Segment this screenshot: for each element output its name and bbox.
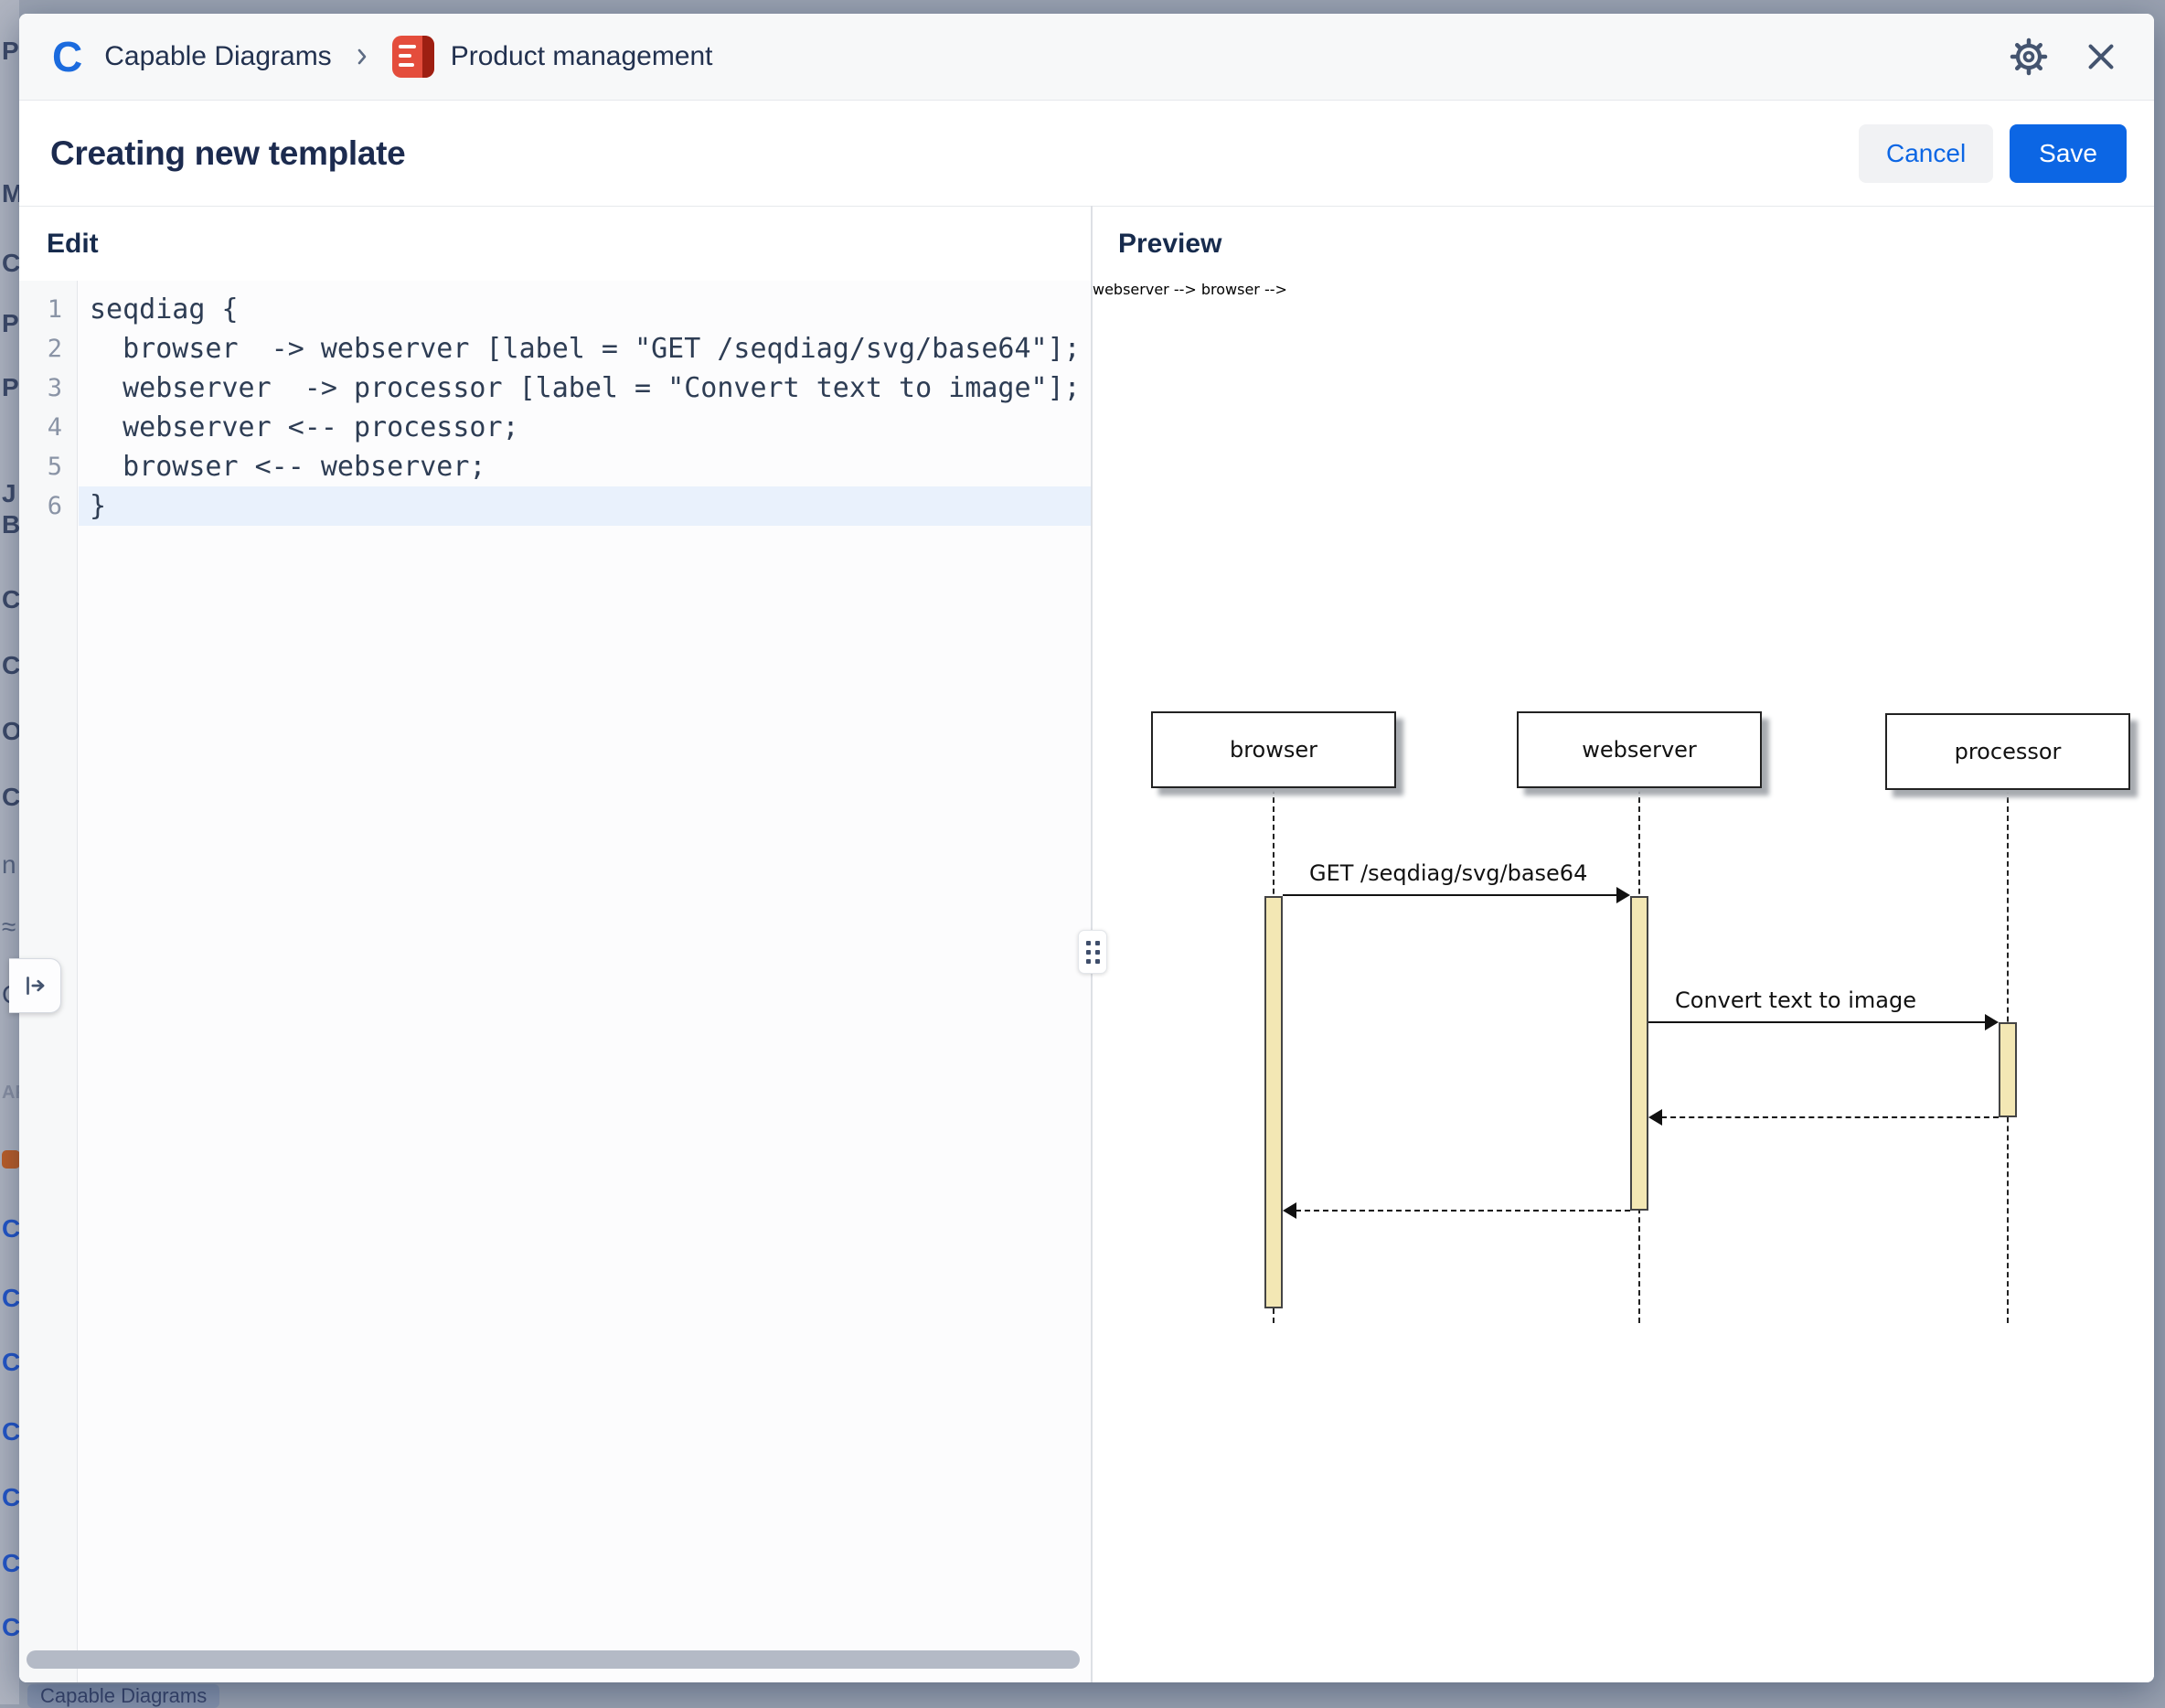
code-line: }	[79, 486, 1091, 526]
close-button[interactable]	[2079, 35, 2123, 79]
underlay-text-fragment: C	[2, 1348, 19, 1377]
code-line: browser -> webserver [label = "GET /seqd…	[90, 329, 1091, 368]
preview-panel-title: Preview	[1118, 207, 1221, 281]
underlay-text-fragment: C	[2, 1214, 19, 1244]
underlay-text-fragment: J	[2, 479, 16, 508]
drag-dots-icon	[1086, 941, 1100, 964]
underlay-text-fragment: C	[2, 1549, 19, 1578]
message-label: Convert text to image	[1675, 987, 1916, 1013]
line-number: 4	[19, 408, 77, 447]
actor-box-processor: processor	[1885, 713, 2130, 790]
underlay-text-fragment: P	[2, 309, 19, 338]
underlay-text-fragment: C	[2, 651, 19, 680]
message-line-solid	[1283, 894, 1617, 896]
actor-label: processor	[1955, 739, 2062, 764]
underlay-text-fragment: C	[2, 783, 19, 812]
code-line: browser <-- webserver;	[90, 447, 1091, 486]
page-icon	[392, 36, 434, 78]
message-label: GET /seqdiag/svg/base64	[1309, 860, 1587, 886]
underlay-text-fragment: B	[2, 510, 19, 539]
message-line-solid	[1648, 1021, 1986, 1023]
modal-titlebar: Creating new template Cancel Save	[19, 101, 2154, 206]
underlay-text-fragment: ≈	[2, 913, 16, 942]
underlay-text-fragment: C	[2, 1284, 19, 1313]
underlay-text-fragment: C	[2, 249, 19, 278]
settings-button[interactable]	[2006, 34, 2052, 80]
save-button[interactable]: Save	[2010, 124, 2127, 183]
arrowhead-left-icon	[1648, 1109, 1662, 1126]
underlay-text-fragment: AP	[2, 1083, 19, 1104]
gear-icon	[2010, 37, 2048, 76]
return-line-dashed	[1661, 1116, 1999, 1118]
code-line: webserver -> processor [label = "Convert…	[90, 368, 1091, 408]
arrowhead-right-icon	[1985, 1014, 1999, 1030]
activation-bar-processor	[1999, 1022, 2017, 1117]
underlay-left-strip: PMCPPJBCCOCn≈CAPCCCCCCC	[0, 0, 19, 1704]
underlay-sidebar-item-label: Capable Diagrams	[40, 1684, 207, 1708]
line-number: 5	[19, 447, 77, 486]
app-logo: C	[52, 36, 82, 78]
preview-panel: GET /seqdiag/svg/base64 Convert text to …	[1093, 281, 2154, 1682]
underlay-text-fragment: M	[2, 179, 19, 208]
code-lines: seqdiag { browser -> webserver [label = …	[79, 281, 1091, 1682]
underlay-icon-tile	[2, 1150, 19, 1169]
breadcrumb-chevron-icon	[350, 45, 374, 69]
underlay-text-fragment: O	[2, 717, 19, 746]
template-editor-modal: C Capable Diagrams Product management	[19, 14, 2154, 1682]
underlay-text-fragment: C	[2, 1483, 19, 1512]
underlay-text-fragment: C	[2, 1613, 19, 1642]
activation-bar-webserver	[1630, 896, 1648, 1211]
underlay-text-fragment: C	[2, 1417, 19, 1446]
line-number: 3	[19, 368, 77, 408]
underlay-text-fragment: C	[2, 585, 19, 614]
page-title: Creating new template	[50, 134, 1859, 173]
actor-box-webserver: webserver	[1517, 711, 1762, 788]
expand-sidebar-icon	[21, 972, 48, 999]
close-icon	[2083, 38, 2119, 75]
line-number: 1	[19, 290, 77, 329]
panel-headers: Edit Preview	[19, 206, 2154, 282]
underlay-text-fragment: P	[2, 37, 19, 66]
sidebar-expand-button[interactable]	[9, 958, 61, 1013]
line-number: 6	[19, 486, 77, 526]
line-number: 2	[19, 329, 77, 368]
breadcrumb-page-name[interactable]: Product management	[451, 41, 713, 72]
code-editor[interactable]: 123456 seqdiag { browser -> webserver [l…	[19, 281, 1091, 1682]
edit-panel-title: Edit	[47, 207, 99, 281]
underlay-text-fragment: n	[2, 850, 16, 880]
arrowhead-left-icon	[1283, 1202, 1296, 1219]
return-line-dashed	[1296, 1210, 1630, 1212]
arrowhead-right-icon	[1616, 887, 1630, 903]
underlay-sidebar-item: Capable Diagrams	[27, 1684, 219, 1708]
activation-bar-browser	[1264, 896, 1283, 1308]
underlay-text-fragment: P	[2, 373, 19, 402]
actor-label: webserver	[1582, 737, 1697, 763]
editor-horizontal-scrollbar[interactable]	[27, 1650, 1080, 1669]
actor-label: browser	[1230, 737, 1317, 763]
panel-resize-handle[interactable]	[1078, 930, 1107, 974]
code-line: seqdiag {	[90, 290, 1091, 329]
actor-box-browser: browser	[1151, 711, 1396, 788]
cancel-button[interactable]: Cancel	[1859, 124, 1993, 183]
code-line: webserver <-- processor;	[90, 408, 1091, 447]
modal-topbar: C Capable Diagrams Product management	[19, 14, 2154, 101]
breadcrumb-app-name[interactable]: Capable Diagrams	[104, 41, 331, 72]
